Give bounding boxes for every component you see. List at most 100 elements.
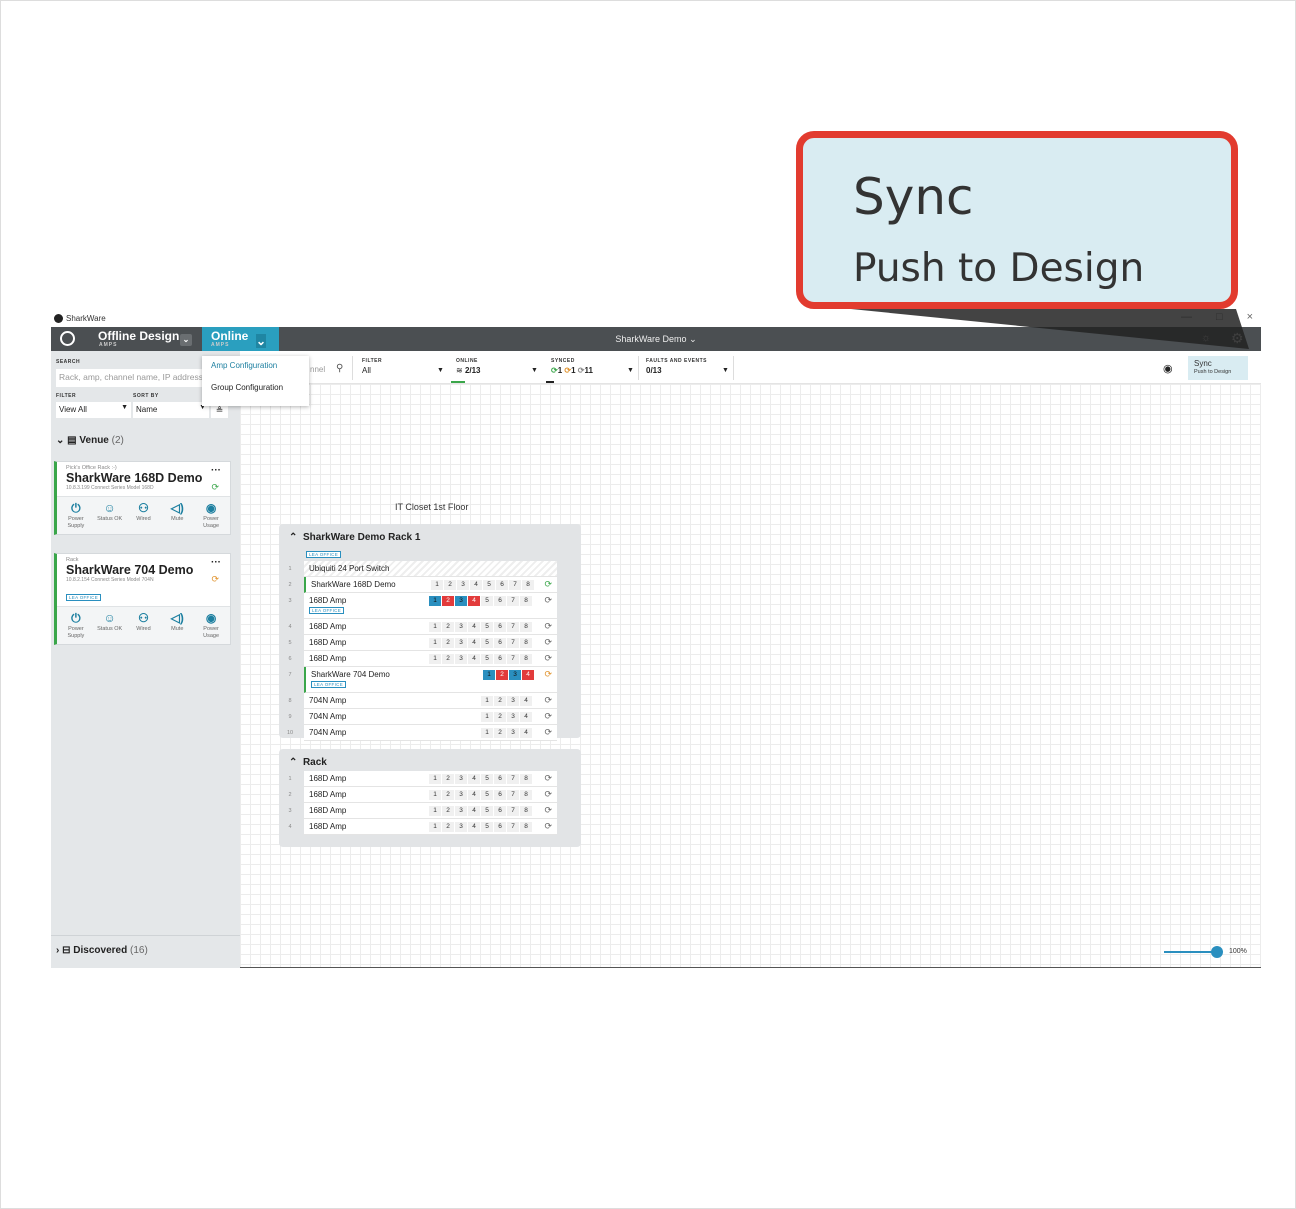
channel-indicator[interactable]: 8 [520,622,532,632]
channel-indicator[interactable]: 6 [494,622,506,632]
filter-select[interactable]: View All ▼ [56,402,131,418]
rack-row[interactable]: 4 168D Amp 1 2 3 4 5 6 7 8 ⟳ [279,819,581,835]
channel-indicator[interactable]: 2 [442,806,454,816]
channel-indicator[interactable]: 7 [507,638,519,648]
wired[interactable]: ⚇ Wired [128,611,158,640]
channel-indicator[interactable]: 1 [429,654,441,664]
rack-device[interactable]: SharkWare 168D Demo 1 2 3 4 5 6 7 8 ⟳ [304,577,557,593]
rack-row[interactable]: 4 168D Amp 1 2 3 4 5 6 7 8 ⟳ [279,619,581,635]
rack-device[interactable]: SharkWare 704 Demo LEA OFFICE 1 2 3 4 ⟳ [304,667,557,693]
power-supply[interactable]: ⏻ Power Supply [61,501,91,530]
channel-indicator[interactable]: 8 [520,654,532,664]
channel-indicator[interactable]: 1 [429,638,441,648]
channel-indicator[interactable]: 3 [455,822,467,832]
channel-indicator[interactable]: 3 [455,774,467,784]
channel-indicator[interactable]: 7 [509,580,521,590]
channel-indicator[interactable]: 5 [481,790,493,800]
channel-indicator[interactable]: 1 [429,790,441,800]
amp-card[interactable]: Pick's Office Rack :-) SharkWare 168D De… [54,461,231,535]
channel-indicator[interactable]: 2 [444,580,456,590]
channel-indicator[interactable]: 1 [429,806,441,816]
channel-indicator[interactable]: 2 [442,638,454,648]
rack-row[interactable]: 1 168D Amp 1 2 3 4 5 6 7 8 ⟳ [279,771,581,787]
rack-row[interactable]: 1 Ubiquiti 24 Port Switch [279,561,581,577]
wired[interactable]: ⚇ Wired [128,501,158,530]
channel-indicator[interactable]: 8 [520,774,532,784]
rack-row[interactable]: 2 168D Amp 1 2 3 4 5 6 7 8 ⟳ [279,787,581,803]
channel-indicator[interactable]: 1 [483,670,495,680]
rack-row[interactable]: 9 704N Amp 1 2 3 4 ⟳ [279,709,581,725]
channel-indicator[interactable]: 4 [520,728,532,738]
zoom-slider[interactable] [1164,951,1212,953]
rack-row[interactable]: 7 SharkWare 704 Demo LEA OFFICE 1 2 3 4 ⟳ [279,667,581,693]
rack-row[interactable]: 2 SharkWare 168D Demo 1 2 3 4 5 6 7 8 ⟳ [279,577,581,593]
design-canvas[interactable]: IT Closet 1st Floor ⌃ SharkWare Demo Rac… [240,384,1261,968]
channel-indicator[interactable]: 2 [442,790,454,800]
channel-indicator[interactable]: 6 [496,580,508,590]
channel-indicator[interactable]: 2 [496,670,508,680]
search-input[interactable]: Rack, amp, channel name, IP address [56,369,216,387]
channel-indicator[interactable]: 1 [431,580,443,590]
venue-group[interactable]: ⌄ ▤ Venue (2) [56,435,124,446]
channel-indicator[interactable]: 6 [494,638,506,648]
mute[interactable]: ◁) Mute [162,501,192,530]
rack-device[interactable]: 168D Amp LEA OFFICE 1 2 3 4 5 6 7 8 ⟳ [304,593,557,619]
channel-indicator[interactable]: 3 [455,806,467,816]
channel-indicator[interactable]: 8 [522,580,534,590]
channel-indicator[interactable]: 4 [468,822,480,832]
mute[interactable]: ◁) Mute [162,611,192,640]
channel-indicator[interactable]: 4 [520,696,532,706]
search-icon[interactable]: ⚲ [336,363,343,374]
channel-indicator[interactable]: 7 [507,622,519,632]
channel-indicator[interactable]: 7 [507,654,519,664]
rack-row[interactable]: 6 168D Amp 1 2 3 4 5 6 7 8 ⟳ [279,651,581,667]
channel-indicator[interactable]: 4 [470,580,482,590]
channel-indicator[interactable]: 8 [520,806,532,816]
faults-dropdown[interactable]: FAULTS AND EVENTS 0/13 ▼ [646,358,736,375]
filter-dropdown[interactable]: FILTER All ▼ [362,358,444,375]
channel-indicator[interactable]: 3 [507,696,519,706]
more-options-icon[interactable]: ··· [211,557,221,568]
synced-dropdown[interactable]: SYNCED ⟳1 ⟳1 ⟳11 ▼ [546,358,636,383]
rack-device[interactable]: 168D Amp 1 2 3 4 5 6 7 8 ⟳ [304,635,557,651]
online-dropdown[interactable]: ONLINE ≋ 2/13 ▼ [451,358,538,383]
channel-indicator[interactable]: 7 [507,822,519,832]
menu-item-amp-configuration[interactable]: Amp Configuration [202,356,309,378]
channel-indicator[interactable]: 3 [455,790,467,800]
channel-indicator[interactable]: 8 [520,638,532,648]
channel-indicator[interactable]: 6 [494,822,506,832]
channel-indicator[interactable]: 3 [507,712,519,722]
power-supply[interactable]: ⏻ Power Supply [61,611,91,640]
rack-row[interactable]: 5 168D Amp 1 2 3 4 5 6 7 8 ⟳ [279,635,581,651]
rack-device[interactable]: 168D Amp 1 2 3 4 5 6 7 8 ⟳ [304,787,557,803]
channel-indicator[interactable]: 4 [522,670,534,680]
channel-indicator[interactable]: 5 [481,638,493,648]
channel-indicator[interactable]: 2 [442,822,454,832]
channel-indicator[interactable]: 1 [481,728,493,738]
rack-panel[interactable]: ⌃ Rack 1 168D Amp 1 2 3 4 5 6 7 8 ⟳ 2 168D Amp 1 2 3 4 5 6… [279,749,581,847]
power-usage[interactable]: ◉ Power Usage [196,611,226,640]
rack-row[interactable]: 8 704N Amp 1 2 3 4 ⟳ [279,693,581,709]
channel-indicator[interactable]: 7 [507,806,519,816]
amp-card[interactable]: Rack SharkWare 704 Demo 10.8.2.154 Conne… [54,553,231,645]
more-options-icon[interactable]: ··· [211,465,221,476]
rack-device[interactable]: 704N Amp 1 2 3 4 ⟳ [304,693,557,709]
channel-indicator[interactable]: 2 [442,774,454,784]
channel-indicator[interactable]: 6 [494,774,506,784]
channel-indicator[interactable]: 6 [494,790,506,800]
rack-device[interactable]: 704N Amp 1 2 3 4 ⟳ [304,709,557,725]
channel-indicator[interactable]: 6 [494,596,506,606]
rack-panel[interactable]: ⌃ SharkWare Demo Rack 1 LEA OFFICE 1 Ubiq… [279,524,581,741]
channel-indicator[interactable]: 2 [494,696,506,706]
status[interactable]: ☺ Status OK [95,501,125,530]
power-usage[interactable]: ◉ Power Usage [196,501,226,530]
channel-indicator[interactable]: 2 [442,596,454,606]
rack-device[interactable]: 168D Amp 1 2 3 4 5 6 7 8 ⟳ [304,619,557,635]
rack-device[interactable]: Ubiquiti 24 Port Switch [304,561,557,577]
channel-indicator[interactable]: 5 [481,654,493,664]
channel-indicator[interactable]: 3 [509,670,521,680]
channel-indicator[interactable]: 1 [429,774,441,784]
channel-indicator[interactable]: 4 [468,638,480,648]
channel-indicator[interactable]: 2 [442,654,454,664]
discovered-group[interactable]: › ⊟ Discovered (16) [56,945,148,956]
